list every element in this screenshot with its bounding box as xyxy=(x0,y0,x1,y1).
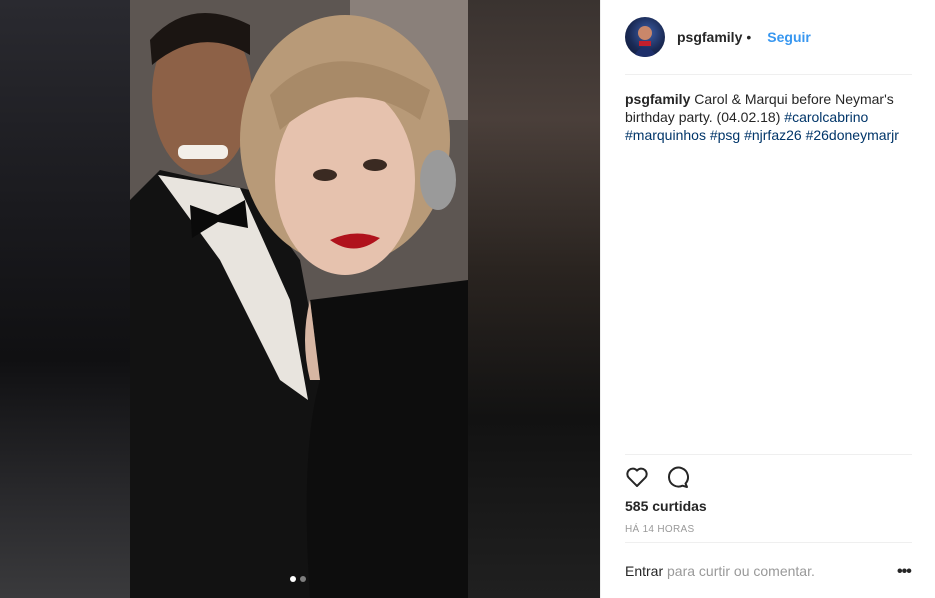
post-actions xyxy=(625,465,689,489)
comment-bubble-icon[interactable] xyxy=(665,465,689,489)
hashtag-link[interactable]: #marquinhos xyxy=(625,127,706,143)
caption-username[interactable]: psgfamily xyxy=(625,91,690,107)
avatar[interactable] xyxy=(625,17,665,57)
hashtag-link[interactable]: #26doneymarjr xyxy=(806,127,899,143)
photo-illustration xyxy=(130,0,468,598)
hashtag-link[interactable]: #psg xyxy=(710,127,740,143)
ellipsis-icon[interactable]: ••• xyxy=(897,563,912,581)
post-media[interactable] xyxy=(0,0,600,598)
post-photo[interactable] xyxy=(130,0,468,598)
actions-divider xyxy=(625,454,912,455)
hashtag-link[interactable]: #njrfaz26 xyxy=(744,127,802,143)
header-separator: • xyxy=(746,29,752,45)
avatar-image xyxy=(633,26,657,57)
username-link[interactable]: psgfamily xyxy=(677,29,742,45)
post-header: psgfamily • Seguir xyxy=(625,17,811,57)
post-side-panel: psgfamily • Seguir psgfamily Carol & Mar… xyxy=(600,0,935,598)
likes-count[interactable]: 585 curtidas xyxy=(625,498,707,514)
post-timestamp[interactable]: HÁ 14 HORAS xyxy=(625,524,694,535)
comment-login-prompt: Entrar para curtir ou comentar. xyxy=(625,563,815,579)
carousel-indicator xyxy=(290,576,306,582)
login-link[interactable]: Entrar xyxy=(625,563,663,579)
hashtag-link[interactable]: #carolcabrino xyxy=(784,109,868,125)
comment-divider xyxy=(625,542,912,543)
instagram-post: psgfamily • Seguir psgfamily Carol & Mar… xyxy=(0,0,935,598)
media-blur-right xyxy=(468,0,600,598)
follow-button[interactable]: Seguir xyxy=(767,29,811,45)
carousel-dot-active[interactable] xyxy=(290,576,296,582)
heart-outline-icon[interactable] xyxy=(625,465,649,489)
comment-prompt-text: para curtir ou comentar. xyxy=(667,563,815,579)
carousel-dot[interactable] xyxy=(300,576,306,582)
header-divider xyxy=(625,74,912,75)
media-blur-left xyxy=(0,0,130,598)
post-caption: psgfamily Carol & Marqui before Neymar's… xyxy=(625,90,905,144)
